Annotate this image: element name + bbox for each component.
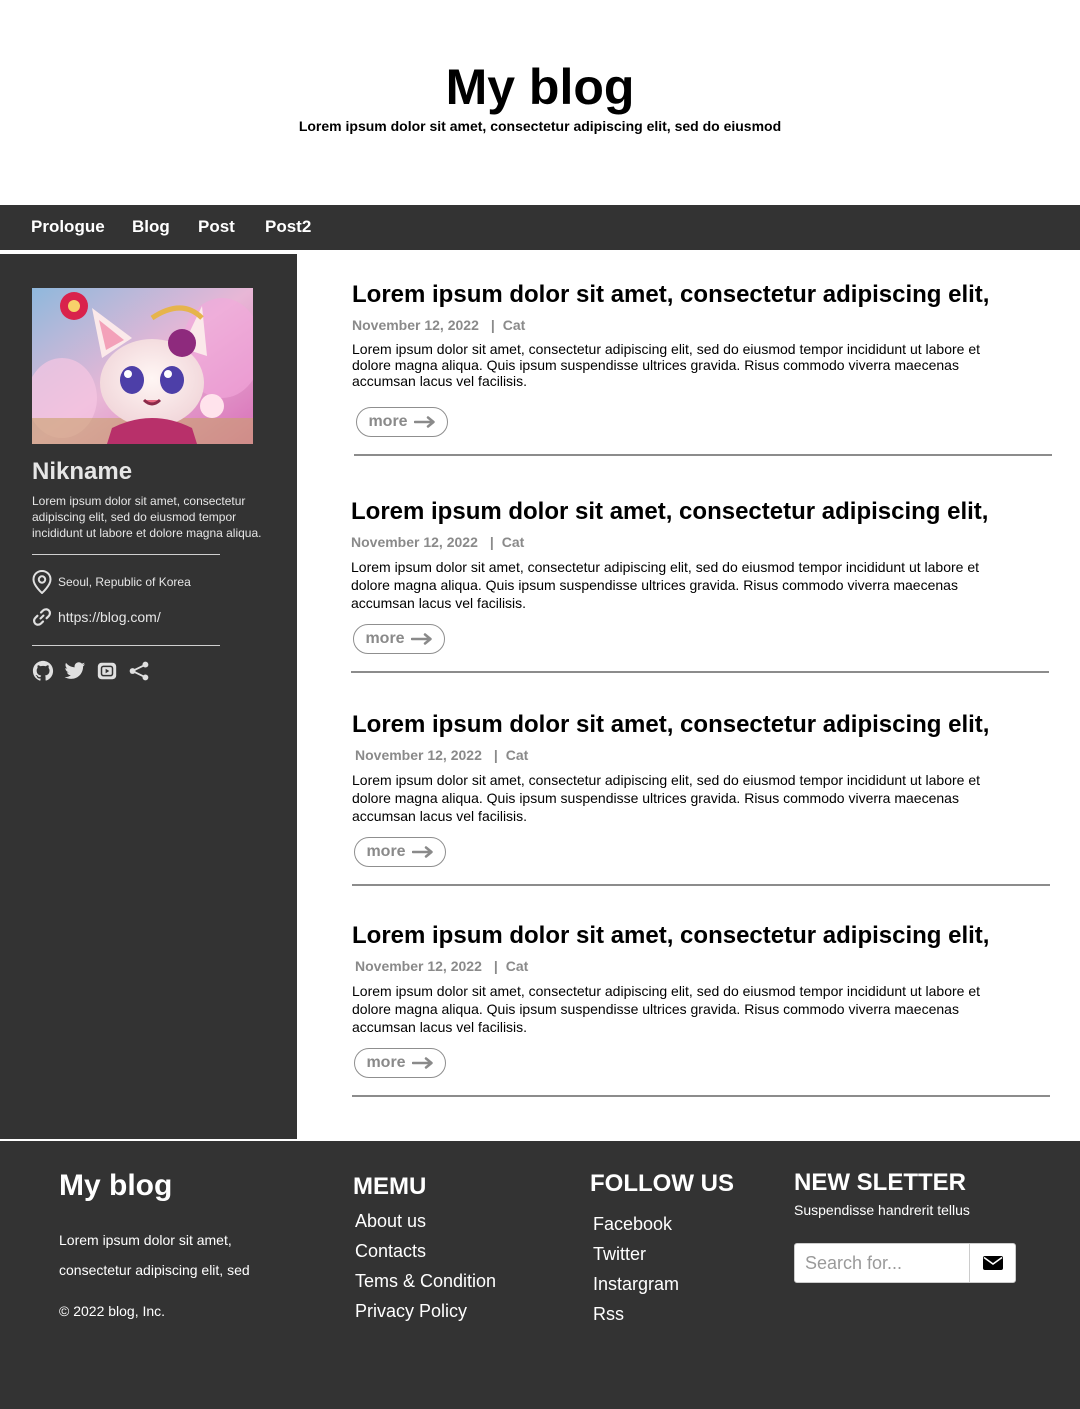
profile-bio: Lorem ipsum dolor sit amet, consectetur … [32,494,262,540]
footer-link-terms[interactable]: Tems & Condition [355,1271,496,1291]
post-excerpt: Lorem ipsum dolor sit amet, consectetur … [352,983,980,1035]
footer-link-privacy[interactable]: Privacy Policy [355,1301,467,1321]
post-date: November 12, 2022 [352,317,479,333]
footer-link-twitter[interactable]: Twitter [593,1244,646,1264]
meta-separator: | [493,747,498,763]
meta-separator: | [489,534,494,550]
footer-copyright: © 2022 blog, Inc. [59,1303,166,1319]
post-title[interactable]: Lorem ipsum dolor sit amet, consectetur … [352,281,1052,309]
meta-separator: | [493,958,498,974]
footer-follow-heading: FOLLOW US [590,1170,734,1197]
post-date: November 12, 2022 [351,534,478,550]
footer-link-rss[interactable]: Rss [593,1304,624,1324]
footer-follow-item: Rss [593,1299,679,1329]
post-meta: November 12, 2022 | Cat [352,958,1052,974]
footer-follow-item: Instargram [593,1269,679,1299]
post-divider [351,671,1049,673]
post-date: November 12, 2022 [355,958,482,974]
location-pin-icon [32,570,52,594]
newsletter-submit-button[interactable] [969,1243,1016,1283]
link-text[interactable]: https://blog.com/ [58,609,161,625]
footer-follow-item: Facebook [593,1209,679,1239]
post-divider [352,884,1050,886]
nav-item-post2[interactable]: Post2 [265,217,311,237]
post-category[interactable]: Cat [503,317,526,333]
nav-item-prologue[interactable]: Prologue [31,217,105,237]
footer-menu-item: Tems & Condition [355,1266,496,1296]
post-excerpt: Lorem ipsum dolor sit amet, consectetur … [351,559,979,611]
more-label: more [366,843,406,860]
site-footer: My blog Lorem ipsum dolor sit amet, cons… [0,1141,1080,1409]
footer-link-contacts[interactable]: Contacts [355,1241,426,1261]
post-item: Lorem ipsum dolor sit amet, consectetur … [351,498,1051,612]
footer-link-about[interactable]: About us [355,1211,426,1231]
post-excerpt: Lorem ipsum dolor sit amet, consectetur … [352,341,980,389]
link-icon [32,608,52,626]
post-date: November 12, 2022 [355,747,482,763]
main-nav: Prologue Blog Post Post2 [0,205,1080,250]
nav-item-blog[interactable]: Blog [132,217,170,237]
post-divider [354,454,1052,456]
meta-separator: | [490,317,495,333]
footer-link-instagram[interactable]: Instargram [593,1274,679,1294]
post-meta: November 12, 2022 | Cat [352,317,1052,333]
avatar [32,288,253,444]
more-button[interactable]: more [354,1048,446,1078]
more-button[interactable]: more [356,407,448,437]
post-title[interactable]: Lorem ipsum dolor sit amet, consectetur … [352,922,1052,950]
sidebar-divider [32,554,220,555]
post-item: Lorem ipsum dolor sit amet, consectetur … [352,281,1052,389]
more-button[interactable]: more [353,624,445,654]
footer-newsletter-heading: NEW SLETTER [794,1169,966,1196]
footer-menu-item: Privacy Policy [355,1296,496,1326]
footer-menu-list: About us Contacts Tems & Condition Priva… [355,1206,496,1326]
post-excerpt: Lorem ipsum dolor sit amet, consectetur … [352,772,980,824]
arrow-right-icon [413,416,435,428]
profile-nickname: Nikname [32,458,133,485]
post-item: Lorem ipsum dolor sit amet, consectetur … [352,711,1052,825]
more-label: more [366,1054,406,1071]
footer-follow-item: Twitter [593,1239,679,1269]
arrow-right-icon [411,846,433,858]
footer-description: Lorem ipsum dolor sit amet, consectetur … [59,1232,250,1278]
post-meta: November 12, 2022 | Cat [352,747,1052,763]
arrow-right-icon [411,1057,433,1069]
post-title[interactable]: Lorem ipsum dolor sit amet, consectetur … [352,711,1052,739]
footer-title: My blog [59,1169,173,1202]
post-meta: November 12, 2022 | Cat [351,534,1051,550]
location-text: Seoul, Republic of Korea [58,575,191,589]
social-links [32,660,150,682]
sidebar-divider [32,645,220,646]
more-button[interactable]: more [354,837,446,867]
more-label: more [368,413,408,430]
arrow-right-icon [410,633,432,645]
post-category[interactable]: Cat [502,534,525,550]
github-icon[interactable] [32,660,54,682]
post-divider [352,1095,1050,1097]
footer-follow-list: Facebook Twitter Instargram Rss [593,1209,679,1329]
twitter-icon[interactable] [64,660,86,682]
envelope-icon [982,1256,1003,1270]
profile-sidebar: Nikname Lorem ipsum dolor sit amet, cons… [0,254,297,1139]
footer-menu-heading: MEMU [353,1173,427,1200]
footer-link-facebook[interactable]: Facebook [593,1214,672,1234]
profile-location: Seoul, Republic of Korea [32,570,191,594]
site-subtitle: Lorem ipsum dolor sit amet, consectetur … [298,118,782,134]
newsletter-subtitle: Suspendisse handrerit tellus [794,1202,970,1218]
site-header: My blog Lorem ipsum dolor sit amet, cons… [0,0,1080,205]
footer-menu-item: About us [355,1206,496,1236]
share-icon[interactable] [128,660,150,682]
more-label: more [365,630,405,647]
profile-link[interactable]: https://blog.com/ [32,607,161,627]
newsletter-search-input[interactable] [794,1243,970,1283]
post-category[interactable]: Cat [506,958,529,974]
post-category[interactable]: Cat [506,747,529,763]
nav-item-post[interactable]: Post [198,217,235,237]
post-title[interactable]: Lorem ipsum dolor sit amet, consectetur … [351,498,1051,526]
post-item: Lorem ipsum dolor sit amet, consectetur … [352,922,1052,1036]
site-title: My blog [445,59,635,115]
footer-menu-item: Contacts [355,1236,496,1266]
youtube-icon[interactable] [96,660,118,682]
